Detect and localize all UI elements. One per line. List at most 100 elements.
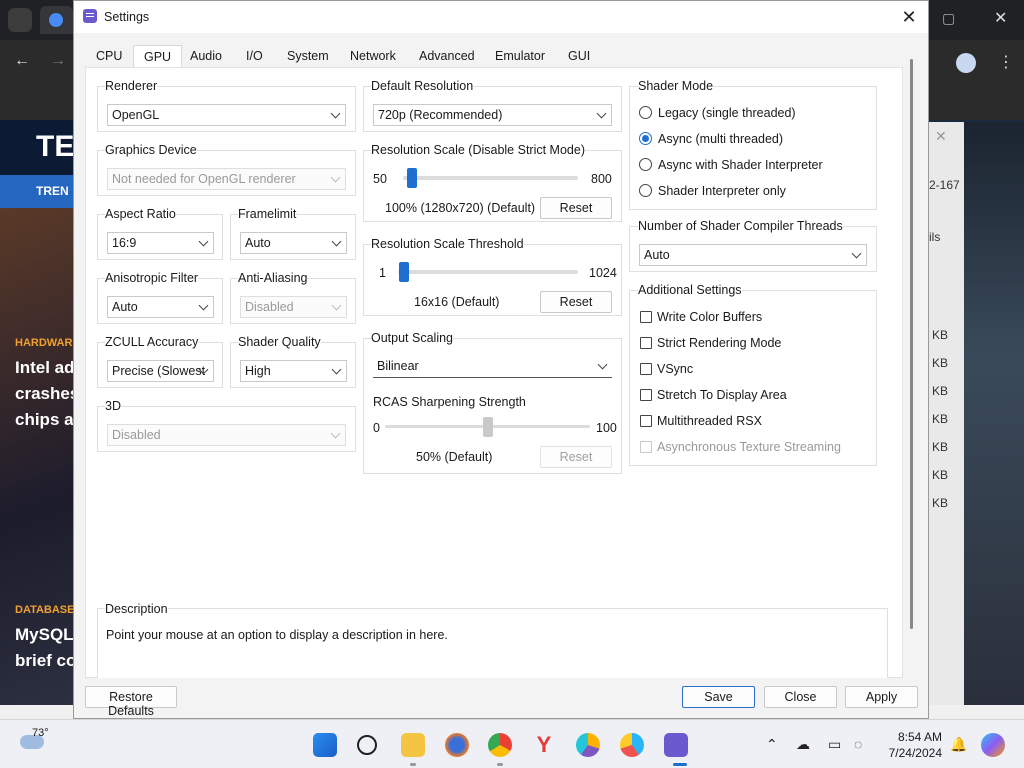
shader-mode-label: Async (multi threaded) — [658, 132, 784, 146]
browser-tab[interactable] — [40, 6, 73, 34]
vsync-checkbox[interactable] — [640, 363, 652, 375]
browser-menu-icon[interactable]: ⋮ — [998, 52, 1014, 72]
back-icon[interactable]: ← — [14, 52, 30, 70]
chrome-icon[interactable] — [488, 733, 512, 757]
rcas-reset-button[interactable]: Reset — [540, 446, 612, 468]
resolution-threshold-slider[interactable] — [398, 270, 578, 274]
aspect-ratio-dropdown[interactable]: 16:9 — [107, 232, 214, 254]
tab-advanced[interactable]: Advanced — [409, 45, 485, 67]
search-icon[interactable] — [357, 735, 377, 755]
shader-mode-radio-async-interpreter[interactable] — [639, 158, 652, 171]
tab-audio[interactable]: Audio — [180, 45, 232, 67]
yandex-icon[interactable]: Y — [532, 733, 556, 757]
shader-quality-dropdown[interactable]: High — [240, 360, 347, 382]
settings-app-icon[interactable] — [664, 733, 688, 757]
rcas-min: 0 — [373, 421, 380, 435]
chevron-down-icon — [596, 108, 607, 119]
article-headline[interactable]: Intel ad — [15, 355, 75, 381]
chevron-down-icon — [331, 364, 342, 375]
tab-search-button[interactable] — [8, 8, 32, 32]
multithreaded-rsx-checkbox[interactable] — [640, 415, 652, 427]
shader-threads-dropdown[interactable]: Auto — [639, 244, 867, 266]
anti-aliasing-dropdown[interactable]: Disabled — [240, 296, 347, 318]
shader-mode-radio-async[interactable] — [639, 132, 652, 145]
description-text: Point your mouse at an option to display… — [106, 628, 448, 642]
cloud-offline-icon[interactable]: ☁ — [796, 736, 810, 753]
anisotropic-filter-dropdown[interactable]: Auto — [107, 296, 214, 318]
clock[interactable]: 8:54 AM 7/24/2024 — [878, 729, 942, 761]
close-button[interactable]: Close — [764, 686, 837, 708]
file-size: KB — [932, 440, 949, 454]
tab-cpu[interactable]: CPU — [86, 45, 132, 67]
close-icon[interactable]: ✕ — [896, 4, 922, 30]
article-headline[interactable]: crashes — [15, 381, 79, 407]
app-icon — [83, 9, 97, 23]
rcas-title: RCAS Sharpening Strength — [373, 395, 526, 409]
async-texture-streaming-label: Asynchronous Texture Streaming — [657, 440, 841, 454]
framelimit-dropdown[interactable]: Auto — [240, 232, 347, 254]
resolution-threshold-slider-handle[interactable] — [399, 262, 409, 282]
apply-button[interactable]: Apply — [845, 686, 918, 708]
browser-restore-icon[interactable]: ▢ — [942, 10, 955, 27]
zcull-accuracy-dropdown[interactable]: Precise (Slowest — [107, 360, 214, 382]
3d-dropdown[interactable]: Disabled — [107, 424, 346, 446]
shader-mode-radio-legacy[interactable] — [639, 106, 652, 119]
graphics-device-value: Not needed for OpenGL renderer — [112, 172, 296, 186]
firefox-icon[interactable] — [445, 733, 469, 757]
shader-mode-radio-interpreter-only[interactable] — [639, 184, 652, 197]
tab-system[interactable]: System — [277, 45, 339, 67]
chevron-up-icon[interactable]: ⌃ — [766, 736, 778, 753]
tab-io[interactable]: I/O — [236, 45, 273, 67]
article-headline[interactable]: chips a — [15, 407, 74, 433]
start-icon[interactable] — [313, 733, 337, 757]
renderer-dropdown[interactable]: OpenGL — [107, 104, 346, 126]
default-resolution-dropdown[interactable]: 720p (Recommended) — [373, 104, 612, 126]
resolution-threshold-status: 16x16 (Default) — [414, 295, 500, 309]
tab-gpu[interactable]: GPU — [133, 45, 183, 67]
rcas-status: 50% (Default) — [416, 450, 493, 464]
resolution-scale-title: Resolution Scale (Disable Strict Mode) — [371, 143, 585, 157]
article-category[interactable]: DATABASE — [15, 604, 74, 616]
resolution-scale-slider[interactable] — [403, 176, 578, 180]
resolution-threshold-reset-button[interactable]: Reset — [540, 291, 612, 313]
rcas-slider-handle[interactable] — [482, 417, 493, 437]
tab-emulator[interactable]: Emulator — [485, 45, 555, 67]
tab-network[interactable]: Network — [340, 45, 406, 67]
3d-value: Disabled — [112, 428, 161, 442]
strict-rendering-checkbox[interactable] — [640, 337, 652, 349]
bell-icon[interactable]: 🔔 — [950, 736, 967, 753]
display-icon[interactable]: ▭ — [828, 736, 841, 753]
resolution-scale-slider-handle[interactable] — [407, 168, 417, 188]
profile-avatar-icon[interactable] — [956, 53, 976, 73]
settings-dialog: Settings ✕ CPU GPU Audio I/O System Netw… — [73, 0, 929, 719]
article-headline[interactable]: brief co — [15, 648, 76, 674]
network-icon[interactable]: ◌ — [854, 736, 862, 752]
browser-close-icon[interactable]: ✕ — [994, 8, 1007, 28]
additional-settings-title: Additional Settings — [638, 283, 742, 297]
graphics-device-dropdown[interactable]: Not needed for OpenGL renderer — [107, 168, 346, 190]
file-explorer-icon[interactable] — [401, 733, 425, 757]
article-category[interactable]: HARDWAR — [15, 337, 72, 349]
restore-defaults-button[interactable]: Restore Defaults — [85, 686, 177, 718]
shader-quality-title: Shader Quality — [238, 335, 321, 349]
browser-icon[interactable] — [620, 733, 644, 757]
forward-icon[interactable]: → — [50, 52, 66, 70]
browser-icon[interactable] — [576, 733, 600, 757]
taskbar: 73° Y ⌃ ☁ ▭ ◌ 8:54 AM 7/24/2024 🔔 — [0, 719, 1024, 768]
async-texture-streaming-checkbox[interactable] — [640, 441, 652, 453]
stretch-display-checkbox[interactable] — [640, 389, 652, 401]
dialog-scrollbar[interactable] — [910, 59, 913, 629]
copilot-icon[interactable] — [981, 733, 1005, 757]
renderer-title: Renderer — [105, 79, 158, 93]
write-color-buffers-checkbox[interactable] — [640, 311, 652, 323]
save-button[interactable]: Save — [682, 686, 755, 708]
output-scaling-dropdown[interactable]: Bilinear — [373, 356, 612, 378]
tab-gui[interactable]: GUI — [558, 45, 600, 67]
resolution-scale-reset-button[interactable]: Reset — [540, 197, 612, 219]
site-nav[interactable]: TREN — [0, 175, 80, 208]
write-color-buffers-label: Write Color Buffers — [657, 310, 763, 324]
article-headline[interactable]: MySQL — [15, 622, 74, 648]
resolution-threshold-title: Resolution Scale Threshold — [371, 237, 524, 251]
panel-close-icon[interactable]: ✕ — [935, 128, 947, 145]
zcull-accuracy-title: ZCULL Accuracy — [105, 335, 199, 349]
